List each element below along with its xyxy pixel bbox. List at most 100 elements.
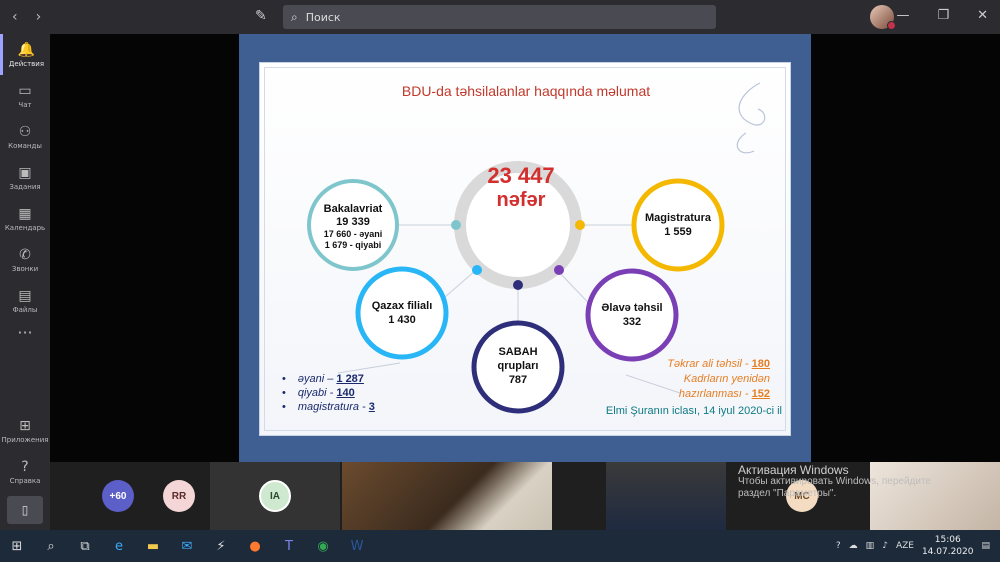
sidebar-item-files[interactable]: ▤ Файлы xyxy=(0,280,50,321)
task-view-icon[interactable]: ⧉ xyxy=(68,530,102,562)
mail-icon[interactable]: ✉ xyxy=(170,530,204,562)
extra-text: hazırlanması - xyxy=(678,388,752,400)
dot-elave xyxy=(554,265,564,275)
participant-video[interactable] xyxy=(342,462,552,530)
bullet-value: 3 xyxy=(368,401,375,413)
avatar: IA xyxy=(259,480,291,512)
slide-title: BDU-da təhsilalanlar haqqında məlumat xyxy=(401,83,651,99)
extra-value: 152 xyxy=(751,388,770,400)
assignments-icon: ▣ xyxy=(18,164,32,181)
bakalavriat-eyani: 17 660 - əyani xyxy=(323,229,383,239)
teams-icon: ⚇ xyxy=(18,123,32,140)
bakalavriat-qiyabi: 1 679 - qiyabi xyxy=(324,240,382,250)
sidebar-item-label: Справка xyxy=(9,476,41,485)
elave-name: Əlavə təhsil xyxy=(601,302,663,314)
dot-bakalavriat xyxy=(451,220,461,230)
participants-strip: +60 RR IA MC Активация Windows Чтобы акт… xyxy=(50,462,1000,530)
user-avatar[interactable] xyxy=(870,5,896,30)
compose-icon[interactable]: ✎ xyxy=(255,8,267,24)
edge-icon[interactable]: e xyxy=(102,530,136,562)
slide-footnote: Elmi Şuranın iclası, 14 iyul 2020-ci il xyxy=(605,405,782,417)
sidebar-item-label: Приложения xyxy=(1,435,49,444)
participant-tile[interactable]: IA xyxy=(210,462,340,530)
calendar-icon: ▦ xyxy=(18,205,32,222)
dot-magistratura xyxy=(575,220,585,230)
notifications-icon[interactable]: ▤ xyxy=(981,541,990,551)
sidebar-item-teams[interactable]: ⚇ Команды xyxy=(0,116,50,157)
word-icon[interactable]: W xyxy=(340,530,374,562)
device-button[interactable]: ▯ xyxy=(7,496,43,524)
nav-arrows: ‹ › xyxy=(12,9,41,25)
label-sabah: SABAH qrupları 787 xyxy=(468,345,568,387)
sidebar-item-label: Команды xyxy=(8,141,42,150)
total-unit: nəfər xyxy=(496,189,546,211)
search-icon: ⌕ xyxy=(291,9,298,24)
more-participants-badge[interactable]: +60 xyxy=(102,480,134,512)
search-icon[interactable]: ⌕ xyxy=(34,530,68,562)
sidebar-item-label: Чат xyxy=(18,100,32,109)
search-input[interactable]: ⌕ Поиск xyxy=(283,5,716,29)
more-apps-icon[interactable]: ··· xyxy=(0,323,50,342)
volume-icon[interactable]: ♪ xyxy=(882,541,888,551)
teams-icon[interactable]: T xyxy=(272,530,306,562)
sabah-count: 787 xyxy=(508,374,528,386)
connector-qazax-bullets xyxy=(337,362,401,374)
sidebar-item-label: Задания xyxy=(9,182,41,191)
list-item: əyani – 1 287 xyxy=(282,373,375,385)
files-icon: ▤ xyxy=(18,287,32,304)
system-tray: ? ☁ ▥ ♪ AZE 15:06 14.07.2020 ▤ xyxy=(836,530,990,562)
bullet-value: 140 xyxy=(336,387,355,399)
chrome-icon[interactable]: ◉ xyxy=(306,530,340,562)
lang-indicator[interactable]: AZE xyxy=(896,541,914,551)
minimize-icon[interactable]: — xyxy=(896,8,909,23)
sidebar-item-help[interactable]: ? Справка xyxy=(0,451,50,492)
search-placeholder: Поиск xyxy=(305,10,341,24)
sidebar-item-apps[interactable]: ⊞ Приложения xyxy=(0,410,50,451)
tool-icon[interactable]: ⚡ xyxy=(204,530,238,562)
back-arrow-icon[interactable]: ‹ xyxy=(12,9,18,25)
close-icon[interactable]: ✕ xyxy=(977,8,988,23)
help-icon[interactable]: ? xyxy=(836,541,841,551)
bullet-text: magistratura - xyxy=(297,401,369,413)
sidebar-item-assignments[interactable]: ▣ Задания xyxy=(0,157,50,198)
apps-icon: ⊞ xyxy=(19,417,31,434)
file-explorer-icon[interactable]: ▬ xyxy=(136,530,170,562)
activation-line: раздел "Параметры". xyxy=(738,488,837,499)
cloud-icon[interactable]: ☁ xyxy=(849,541,858,551)
chat-icon: ▭ xyxy=(18,82,32,99)
maximize-icon[interactable]: ❐ xyxy=(937,8,949,23)
shared-slide: BDU-da təhsilalanlar haqqında məlumat 23… xyxy=(239,34,811,462)
title-bar: ‹ › ✎ ⌕ Поиск — ❐ ✕ xyxy=(0,0,1000,34)
windows-start-icon[interactable]: ⊞ xyxy=(0,530,34,562)
qazax-bullets: əyani – 1 287 qiyabi - 140 magistratura … xyxy=(282,373,375,415)
magistratura-count: 1 559 xyxy=(664,226,692,238)
windows-activation-watermark: Активация Windows Чтобы активировать Win… xyxy=(738,464,931,500)
sidebar-item-activity[interactable]: 🔔 Действия xyxy=(0,34,50,75)
extra-text: Təkrar ali təhsil - xyxy=(667,358,752,370)
bakalavriat-name: Bakalavriat xyxy=(323,203,383,215)
forward-arrow-icon[interactable]: › xyxy=(36,9,42,25)
sidebar-item-calendar[interactable]: ▦ Календарь xyxy=(0,198,50,239)
extra-line-1: Təkrar ali təhsil - 180 xyxy=(640,357,770,372)
sabah-groups: qrupları xyxy=(497,360,539,372)
bullet-text: qiyabi - xyxy=(297,387,337,399)
label-qazax: Qazax filialı 1 430 xyxy=(352,299,452,327)
list-item: qiyabi - 140 xyxy=(282,387,375,399)
clock-date: 14.07.2020 xyxy=(921,547,974,557)
avatar[interactable]: RR xyxy=(163,480,195,512)
activation-title: Активация Windows xyxy=(738,463,849,477)
label-bakalavriat: Bakalavriat 19 339 17 660 - əyani 1 679 … xyxy=(303,203,403,251)
dot-sabah xyxy=(513,280,523,290)
sidebar-item-label: Файлы xyxy=(12,305,38,314)
clock[interactable]: 15:06 14.07.2020 xyxy=(922,534,974,558)
sidebar-item-calls[interactable]: ✆ Звонки xyxy=(0,239,50,280)
sidebar-item-label: Звонки xyxy=(11,264,39,273)
clock-time: 15:06 xyxy=(934,535,961,545)
participant-video[interactable] xyxy=(606,462,726,530)
status-dot xyxy=(887,21,896,30)
total-number: 23 447 xyxy=(487,163,555,188)
firefox-icon[interactable]: ● xyxy=(238,530,272,562)
network-icon[interactable]: ▥ xyxy=(866,541,875,551)
sidebar-item-chat[interactable]: ▭ Чат xyxy=(0,75,50,116)
label-elave: Əlavə təhsil 332 xyxy=(582,301,682,329)
